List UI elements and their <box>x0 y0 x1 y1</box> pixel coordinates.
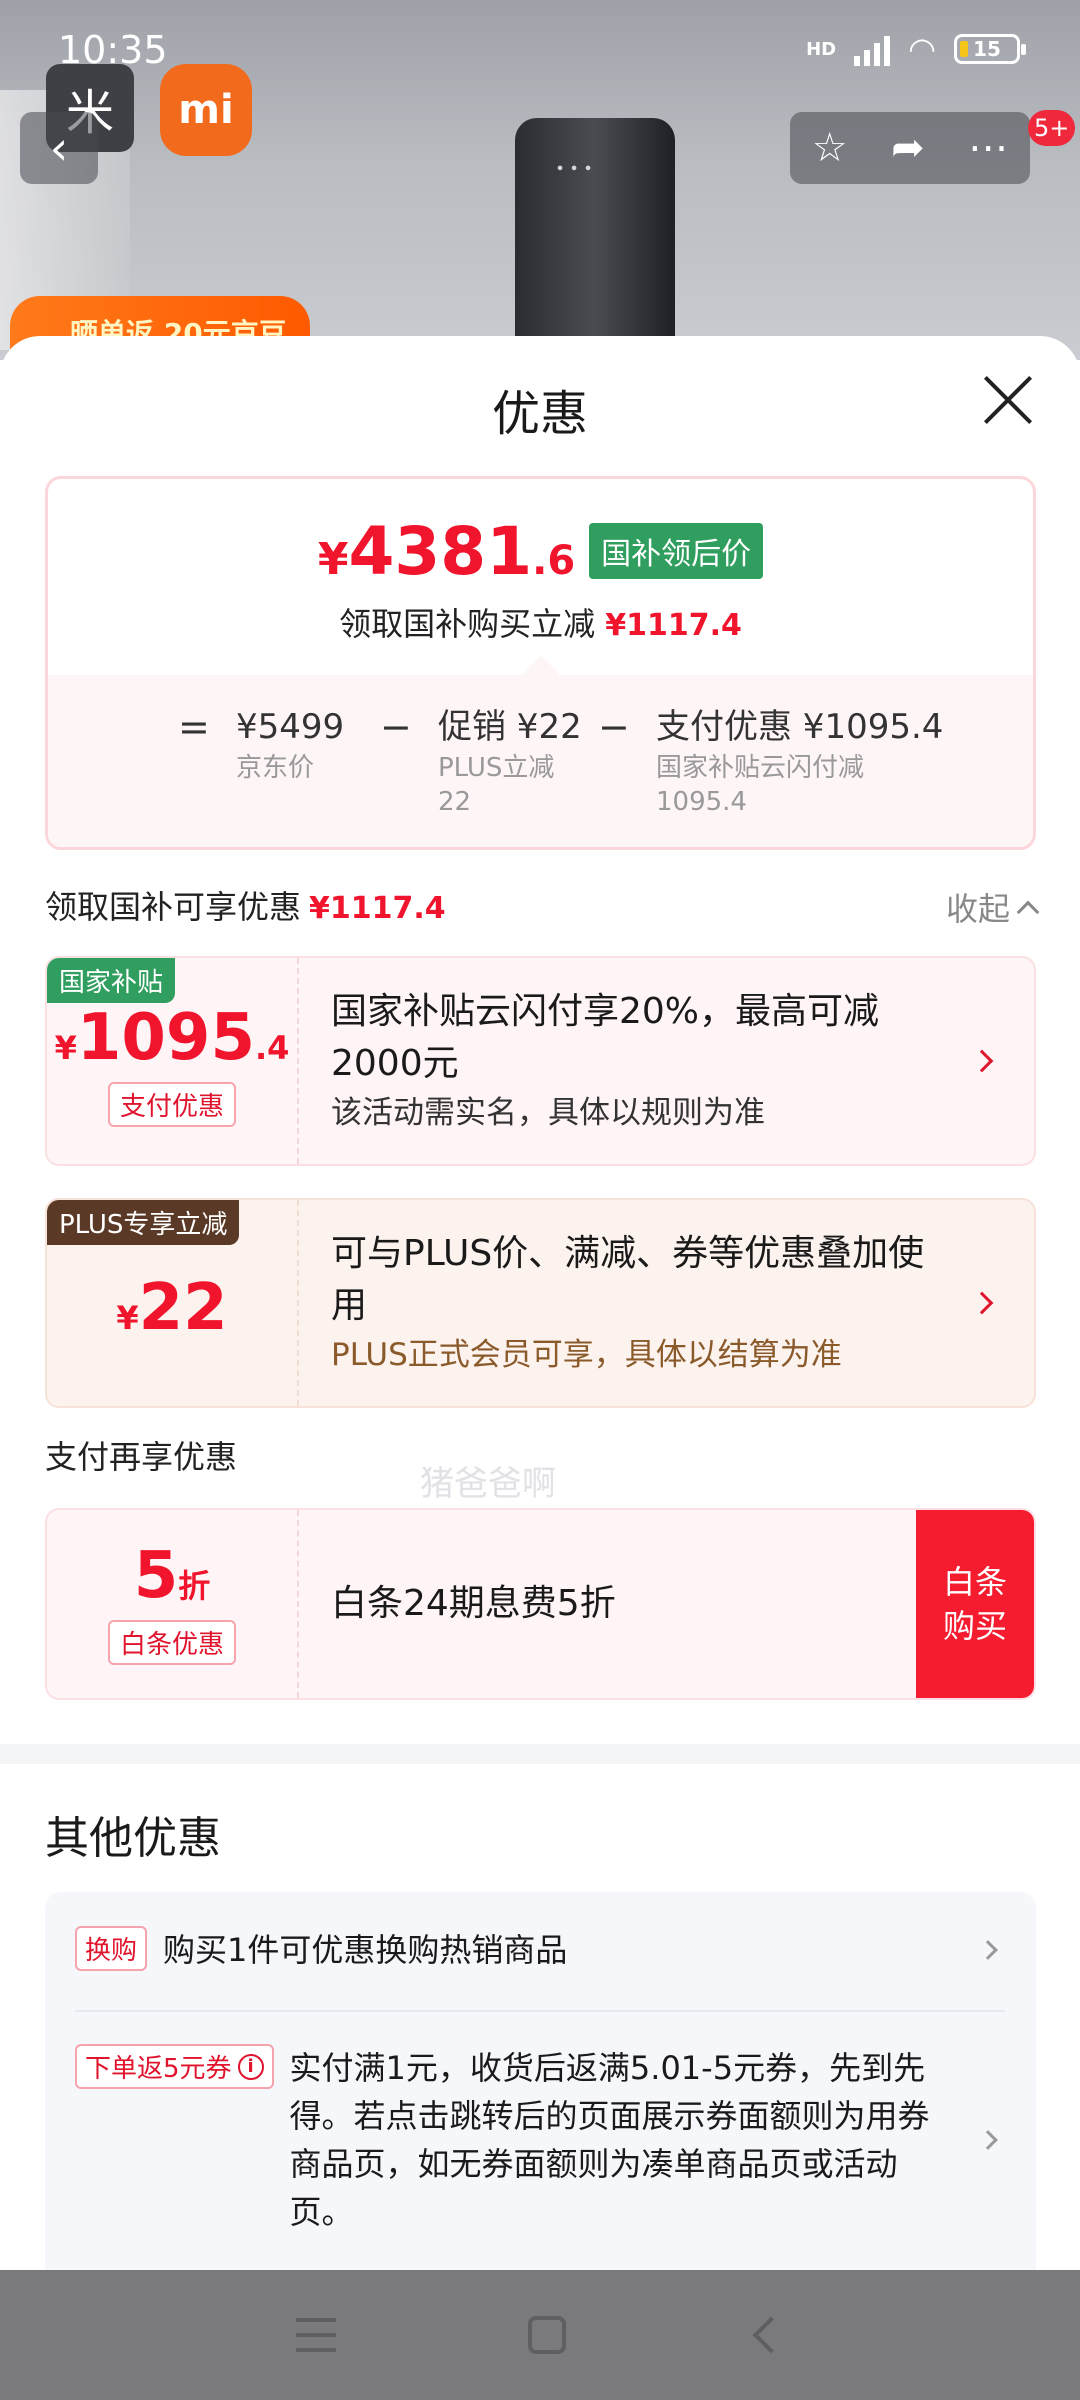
deal-chip: 白条优惠 <box>107 1619 236 1665</box>
deal-amount-unit: 折 <box>178 1566 211 1605</box>
deal-body: 白条24期息费5折 <box>299 1510 916 1698</box>
price-breakdown: = ¥5499 京东价 − 促销 ¥22 PLUS立减 22 − 支付优惠 ¥1… <box>48 675 1033 847</box>
price-integer: 4381 <box>348 513 533 590</box>
deal-title: 可与PLUS价、满减、券等优惠叠加使用 <box>331 1233 925 1326</box>
deal-currency: ¥ <box>54 1028 77 1067</box>
breakdown-item: ¥5499 京东价 <box>236 703 356 847</box>
deal-tag: 国家补贴 <box>47 958 176 1003</box>
collapse-label: 收起 <box>945 890 1010 928</box>
price-tag: 国补领后价 <box>589 523 764 579</box>
deal-amount-area: 5折 白条优惠 <box>47 1510 299 1698</box>
home-icon[interactable] <box>528 2316 566 2354</box>
star-icon[interactable]: ☆ <box>812 125 848 171</box>
system-nav-bar <box>0 2270 1080 2400</box>
breakdown-operator: = <box>178 705 210 749</box>
deal-desc: PLUS正式会员可享，具体以结算为准 <box>331 1337 842 1373</box>
deal-amount-integer: 22 <box>138 1271 228 1345</box>
network-type: HD <box>806 38 837 60</box>
list-item-text: 实付满1元，收货后返满5.01-5元券，先到先得。若点击跳转后的页面展示券面额则… <box>289 2049 930 2231</box>
deal-chip: 支付优惠 <box>107 1081 236 1127</box>
close-icon[interactable] <box>980 372 1036 428</box>
deal-amount-integer: 5 <box>133 1538 179 1613</box>
breakdown-operator: − <box>598 705 630 749</box>
battery-icon: 15 <box>954 34 1026 64</box>
list-item-text: 购买1件可优惠换购热销商品 <box>163 1931 568 1969</box>
discount-sheet: 优惠 ¥4381.6 国补领后价 领取国补购买立减 ¥1117.4 = ¥549… <box>0 336 1080 2270</box>
breakdown-value: 促销 ¥22 <box>438 707 582 747</box>
wifi-icon: ◠ <box>908 30 936 68</box>
deal-body: 可与PLUS价、满减、券等优惠叠加使用 PLUS正式会员可享，具体以结算为准 <box>299 1200 1034 1406</box>
other-deals-list: 换购 购买1件可优惠换购热销商品 下单返5元券 i 实付满1元，收货后返满5.01… <box>45 1892 1036 2270</box>
menu-icon[interactable] <box>296 2318 336 2352</box>
deal-currency: ¥ <box>116 1299 139 1337</box>
list-divider <box>75 2010 1005 2012</box>
breakdown-value: ¥5499 <box>236 707 345 747</box>
status-time: 10:35 <box>58 28 168 72</box>
currency-symbol: ¥ <box>317 534 349 585</box>
national-subsidy-deal[interactable]: 国家补贴 ¥1095.4 支付优惠 国家补贴云闪付享20%，最高可减2000元 … <box>45 956 1036 1166</box>
deal-body: 国家补贴云闪付享20%，最高可减2000元 该活动需实名，具体以规则为准 <box>299 958 1034 1164</box>
product-display-dots: ∙∙∙ <box>555 158 598 177</box>
exchange-badge: 换购 <box>75 1926 148 1971</box>
breakdown-desc: 京东价 <box>236 753 315 783</box>
deal-amount: 5折 <box>134 1544 211 1608</box>
battery-level: 15 <box>973 37 1001 61</box>
product-image: ∙∙∙ <box>515 118 675 360</box>
deal-amount-integer: 1095 <box>76 1000 255 1075</box>
chevron-up-icon <box>1016 900 1040 924</box>
breakdown-operator: − <box>380 705 412 749</box>
watermark: 猪爸爸啊 <box>420 1464 556 1504</box>
coupon-badge-label: 下单返5元券 <box>85 2054 232 2084</box>
info-icon[interactable]: i <box>237 2053 264 2080</box>
collapse-button[interactable]: 收起 <box>945 884 1040 930</box>
final-price: ¥4381.6 <box>318 519 575 585</box>
deal-amount: ¥22 <box>116 1276 227 1340</box>
price-summary-card: ¥4381.6 国补领后价 领取国补购买立减 ¥1117.4 = ¥5499 京… <box>45 476 1036 850</box>
breakdown-desc: 国家补贴云闪付减 1095.4 <box>656 753 865 817</box>
breakdown-desc: PLUS立减 22 <box>438 753 555 817</box>
deal-tag: PLUS专享立减 <box>47 1200 240 1245</box>
list-item-coupon[interactable]: 下单返5元券 i 实付满1元，收货后返满5.01-5元券，先到先得。若点击跳转后的… <box>75 2044 1005 2236</box>
deal-title: 国家补贴云闪付享20%，最高可减2000元 <box>331 991 880 1084</box>
final-price-area: ¥4381.6 国补领后价 领取国补购买立减 ¥1117.4 <box>48 479 1033 675</box>
price-decimal: .6 <box>532 538 576 584</box>
final-price-line: ¥4381.6 国补领后价 <box>48 519 1033 585</box>
guobu-heading: 领取国补可享优惠 ¥1117.4 <box>45 882 446 928</box>
guobu-heading-amount: ¥1117.4 <box>309 891 446 926</box>
plus-deal[interactable]: PLUS专享立减 ¥22 可与PLUS价、满减、券等优惠叠加使用 PLUS正式会… <box>45 1198 1036 1408</box>
section-divider <box>0 1744 1080 1764</box>
message-badge: 5+ <box>1028 110 1076 146</box>
baitiao-buy-button[interactable]: 白条购买 <box>916 1510 1034 1698</box>
baitiao-deal: 5折 白条优惠 白条24期息费5折 白条购买 <box>45 1508 1036 1700</box>
deal-desc: 该活动需实名，具体以规则为准 <box>331 1095 765 1131</box>
breakdown-value: 支付优惠 ¥1095.4 <box>656 707 944 747</box>
top-action-bar: ☆ ➦ ⋯ <box>790 112 1030 184</box>
pay-heading: 支付再享优惠 <box>45 1438 238 1476</box>
chevron-right-icon <box>978 1940 998 1960</box>
other-deals-title: 其他优惠 <box>45 1813 221 1864</box>
guobu-heading-label: 领取国补可享优惠 <box>45 888 302 926</box>
more-icon[interactable]: ⋯ <box>968 125 1008 171</box>
sheet-title: 优惠 <box>491 386 588 442</box>
deal-title: 白条24期息费5折 <box>331 1583 616 1624</box>
deal-amount-decimal: .4 <box>254 1028 290 1067</box>
share-icon[interactable]: ➦ <box>891 125 925 171</box>
back-button[interactable]: ‹ <box>20 112 98 184</box>
list-item-exchange[interactable]: 换购 购买1件可优惠换购热销商品 <box>75 1926 1005 1974</box>
breakdown-item: 促销 ¥22 PLUS立减 22 <box>438 703 582 847</box>
price-subtitle-text: 领取国补购买立减 <box>339 605 596 643</box>
coupon-badge: 下单返5元券 i <box>75 2044 274 2089</box>
breakdown-item: 支付优惠 ¥1095.4 国家补贴云闪付减 1095.4 <box>656 703 946 847</box>
signal-icon <box>854 32 891 66</box>
nav-back-icon[interactable] <box>752 2316 790 2354</box>
status-bar: 10:35 HD ◠ 15 <box>0 0 1080 100</box>
deal-amount: ¥1095.4 <box>55 1006 290 1070</box>
price-subtitle-amount: ¥1117.4 <box>605 608 742 643</box>
status-icons: HD ◠ 15 <box>806 30 1026 68</box>
chevron-left-icon: ‹ <box>49 121 69 175</box>
chevron-right-icon <box>978 2130 998 2150</box>
price-subtitle: 领取国补购买立减 ¥1117.4 <box>48 599 1033 645</box>
